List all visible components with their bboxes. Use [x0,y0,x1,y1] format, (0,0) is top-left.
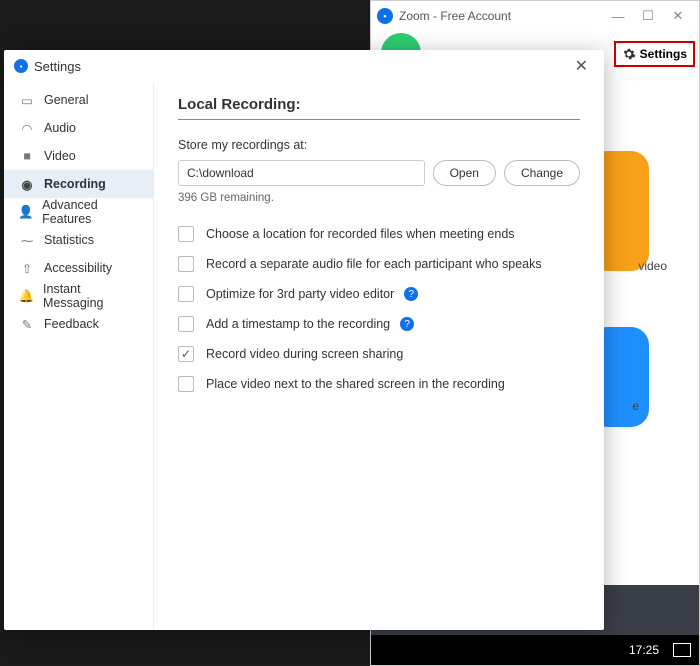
sidebar-item-stats[interactable]: ⁓ Statistics [4,226,153,254]
checkbox[interactable] [178,286,194,302]
recording-options: Choose a location for recorded files whe… [178,226,580,392]
stats-icon: ⁓ [18,233,36,248]
option-row: Record a separate audio file for each pa… [178,256,580,272]
taskbar-tray-icon[interactable] [673,643,691,657]
sidebar-item-audio[interactable]: ◠ Audio [4,114,153,142]
sidebar-item-label: Recording [44,177,106,191]
settings-button-label: Settings [640,47,687,61]
option-label: Place video next to the shared screen in… [206,377,505,391]
sidebar-item-advanced[interactable]: 👤 Advanced Features [4,198,153,226]
option-label: Record video during screen sharing [206,347,403,361]
store-label: Store my recordings at: [178,138,580,152]
option-row: Choose a location for recorded files whe… [178,226,580,242]
feedback-icon: ✎ [18,317,36,332]
zoom-titlebar: ▪ Zoom - Free Account — ☐ ✕ [371,1,699,31]
open-button[interactable]: Open [433,160,496,186]
taskbar: 17:25 [371,635,699,665]
option-label: Record a separate audio file for each pa… [206,257,542,271]
option-row: Optimize for 3rd party video editor? [178,286,580,302]
sidebar-item-label: Statistics [44,233,94,247]
zoom-title: Zoom - Free Account [399,9,511,23]
sidebar-item-general[interactable]: ▭ General [4,86,153,114]
option-row: Place video next to the shared screen in… [178,376,580,392]
video-icon: ■ [18,149,36,163]
zoom-small-icon: ▪ [14,59,28,73]
im-icon: 🔔 [18,289,35,304]
sidebar-item-label: Instant Messaging [43,282,139,310]
path-row: Open Change [178,160,580,186]
advanced-icon: 👤 [18,205,34,220]
recording-icon: ◉ [18,177,36,192]
sidebar-item-feedback[interactable]: ✎ Feedback [4,310,153,338]
remaining-label: 396 GB remaining. [178,192,580,204]
action-label-e: e [632,399,639,413]
minimize-button[interactable]: — [603,9,633,24]
checkbox[interactable] [178,316,194,332]
gear-icon [622,47,636,61]
sidebar-item-label: Feedback [44,317,99,331]
help-icon[interactable]: ? [404,287,418,301]
action-label-video: video [638,259,667,273]
settings-title: Settings [34,59,81,74]
general-icon: ▭ [18,93,36,108]
sidebar-item-label: Advanced Features [42,198,139,226]
sidebar-item-accessibility[interactable]: ⇧ Accessibility [4,254,153,282]
option-label: Optimize for 3rd party video editor [206,287,394,301]
maximize-button[interactable]: ☐ [633,8,663,24]
sidebar-item-label: Video [44,149,76,163]
checkbox[interactable] [178,256,194,272]
zoom-close-button[interactable]: ✕ [663,8,693,24]
content-heading: Local Recording: [178,96,580,113]
sidebar-item-im[interactable]: 🔔 Instant Messaging [4,282,153,310]
sidebar-item-label: General [44,93,88,107]
taskbar-clock: 17:25 [629,643,659,657]
option-label: Add a timestamp to the recording [206,317,390,331]
sidebar-item-label: Audio [44,121,76,135]
option-label: Choose a location for recorded files whe… [206,227,515,241]
sidebar-item-video[interactable]: ■ Video [4,142,153,170]
settings-content: Local Recording: Store my recordings at:… [154,82,604,630]
checkbox[interactable] [178,226,194,242]
settings-header: ▪ Settings ✕ [4,50,604,82]
accessibility-icon: ⇧ [18,261,36,276]
divider [178,119,580,120]
checkbox[interactable] [178,346,194,362]
help-icon[interactable]: ? [400,317,414,331]
sidebar-item-label: Accessibility [44,261,112,275]
option-row: Record video during screen sharing [178,346,580,362]
audio-icon: ◠ [18,121,36,136]
settings-sidebar: ▭ General ◠ Audio ■ Video ◉ Recording 👤 Advanced … [4,82,154,630]
change-button[interactable]: Change [504,160,580,186]
recording-path-input[interactable] [178,160,425,186]
settings-button[interactable]: Settings [614,41,695,67]
close-icon[interactable]: ✕ [569,54,594,78]
zoom-app-icon: ▪ [377,8,393,24]
settings-window: ▪ Settings ✕ ▭ General ◠ Audio ■ Video ◉ Record… [4,50,604,630]
sidebar-item-recording[interactable]: ◉ Recording [4,170,153,198]
option-row: Add a timestamp to the recording? [178,316,580,332]
checkbox[interactable] [178,376,194,392]
